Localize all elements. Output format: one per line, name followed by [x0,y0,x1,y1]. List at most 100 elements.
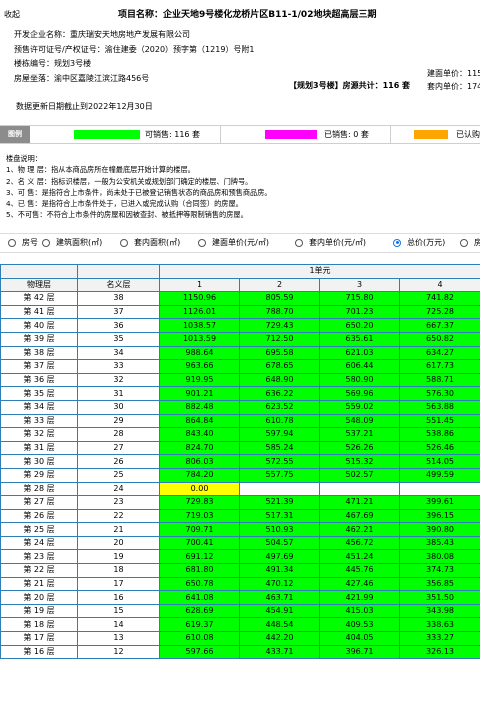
unit-price-cell[interactable]: 725.28 [398,304,480,320]
radio-total-price[interactable]: 总价(万元) [393,237,445,248]
unit-price-cell[interactable]: 351.50 [398,590,480,605]
unit-price-cell[interactable]: 421.99 [319,590,400,605]
unit-price-cell[interactable]: 333.27 [398,631,480,646]
unit-price-cell[interactable]: 415.03 [319,603,400,619]
unit-price-cell[interactable]: 385.43 [398,535,480,551]
unit-price-cell[interactable]: 700.41 [159,535,240,551]
unit-price-cell[interactable]: 741.82 [398,291,480,306]
collapse-button[interactable]: 收起 [4,9,20,20]
radio-button-checked-icon[interactable] [393,238,401,247]
unit-price-cell[interactable]: 610.08 [159,631,240,646]
unit-price-cell[interactable]: 551.45 [398,413,480,429]
unit-price-cell[interactable]: 606.44 [319,359,400,374]
radio-button-icon[interactable] [198,238,206,247]
radio-inner-unit-price[interactable]: 套内单价(元/㎡) [295,237,366,248]
unit-price-cell[interactable]: 467.69 [319,508,400,524]
unit-price-cell[interactable]: 1126.01 [159,304,240,320]
unit-price-cell[interactable]: 374.73 [398,563,480,578]
unit-price-cell[interactable]: 396.71 [319,644,400,660]
unit-price-cell[interactable]: 557.75 [239,467,320,483]
unit-price-cell[interactable]: 390.80 [398,522,480,537]
unit-price-cell[interactable]: 471.21 [319,495,400,510]
unit-price-cell[interactable]: 695.58 [239,345,320,361]
unit-price-cell[interactable]: 338.63 [398,617,480,633]
unit-price-cell[interactable]: 650.78 [159,576,240,592]
unit-price-cell[interactable]: 396.15 [398,508,480,524]
radio-button-icon[interactable] [295,238,303,247]
unit-price-cell[interactable]: 380.08 [398,549,480,565]
unit-price-cell[interactable]: 650.82 [398,331,480,347]
unit-price-cell[interactable]: 559.02 [319,399,400,415]
unit-price-cell[interactable]: 805.59 [239,291,320,306]
unit-price-cell[interactable]: 784.20 [159,467,240,483]
unit-price-cell[interactable]: 634.27 [398,345,480,361]
unit-price-cell[interactable]: 0.00 [159,481,240,497]
unit-price-cell[interactable]: 650.20 [319,318,400,333]
unit-price-cell[interactable]: 514.05 [398,454,480,469]
unit-price-cell[interactable]: 709.71 [159,522,240,537]
unit-price-cell[interactable]: 442.20 [239,631,320,646]
unit-price-cell[interactable]: 715.80 [319,291,400,306]
radio-button-icon[interactable] [460,238,468,247]
unit-price-cell[interactable]: 585.24 [239,440,320,456]
unit-price-cell[interactable]: 504.57 [239,535,320,551]
unit-price-cell[interactable]: 619.37 [159,617,240,633]
unit-price-cell[interactable]: 691.12 [159,549,240,565]
unit-price-cell[interactable]: 1013.59 [159,331,240,347]
unit-price-cell[interactable]: 806.03 [159,454,240,469]
unit-price-cell[interactable]: 1150.96 [159,291,240,306]
unit-price-cell[interactable]: 1038.57 [159,318,240,333]
unit-price-cell[interactable]: 788.70 [239,304,320,320]
unit-price-cell[interactable]: 497.69 [239,549,320,565]
unit-price-cell[interactable]: 641.08 [159,590,240,605]
unit-price-cell[interactable]: 517.31 [239,508,320,524]
unit-price-cell[interactable]: 636.22 [239,386,320,401]
unit-price-cell[interactable]: 399.61 [398,495,480,510]
unit-price-cell[interactable]: 326.13 [398,644,480,660]
unit-price-cell[interactable]: 427.46 [319,576,400,592]
unit-price-cell[interactable]: 343.98 [398,603,480,619]
radio-room-number[interactable]: 房号 [8,237,38,248]
radio-room[interactable]: 房 [460,237,480,248]
unit-price-cell[interactable]: 882.48 [159,399,240,415]
unit-price-cell[interactable]: 463.71 [239,590,320,605]
unit-price-cell[interactable]: 729.83 [159,495,240,510]
unit-price-cell[interactable]: 491.34 [239,563,320,578]
unit-price-cell[interactable]: 597.94 [239,427,320,442]
unit-price-cell[interactable]: 864.84 [159,413,240,429]
unit-price-cell[interactable]: 548.09 [319,413,400,429]
unit-price-cell[interactable]: 919.95 [159,372,240,388]
unit-price-cell[interactable]: 719.03 [159,508,240,524]
radio-button-icon[interactable] [8,238,16,247]
unit-price-cell[interactable]: 963.66 [159,359,240,374]
unit-price-cell[interactable]: 635.61 [319,331,400,347]
unit-price-cell[interactable]: 824.70 [159,440,240,456]
unit-price-cell[interactable]: 526.46 [398,440,480,456]
unit-price-cell[interactable]: 445.76 [319,563,400,578]
radio-building-unit-price[interactable]: 建面单价(元/㎡) [198,237,269,248]
unit-price-cell[interactable]: 572.55 [239,454,320,469]
unit-price-cell[interactable]: 843.40 [159,427,240,442]
unit-price-cell[interactable]: 356.85 [398,576,480,592]
unit-price-cell[interactable]: 667.37 [398,318,480,333]
radio-button-icon[interactable] [120,238,128,247]
unit-price-cell[interactable]: 454.91 [239,603,320,619]
unit-price-cell[interactable]: 470.12 [239,576,320,592]
unit-price-cell[interactable]: 701.23 [319,304,400,320]
unit-price-cell[interactable]: 569.96 [319,386,400,401]
unit-price-cell[interactable]: 712.50 [239,331,320,347]
unit-price-cell[interactable]: 537.21 [319,427,400,442]
unit-price-cell[interactable]: 404.05 [319,631,400,646]
unit-price-cell[interactable]: 538.86 [398,427,480,442]
unit-price-cell[interactable]: 621.03 [319,345,400,361]
unit-price-cell[interactable]: 456.72 [319,535,400,551]
radio-building-area[interactable]: 建筑面积(㎡) [42,237,102,248]
unit-price-cell[interactable]: 499.59 [398,467,480,483]
unit-price-cell[interactable]: 448.54 [239,617,320,633]
unit-price-cell[interactable]: 502.57 [319,467,400,483]
unit-price-cell[interactable]: 510.93 [239,522,320,537]
unit-price-cell[interactable]: 610.78 [239,413,320,429]
radio-inner-area[interactable]: 套内面积(㎡) [120,237,180,248]
unit-price-cell[interactable]: 617.73 [398,359,480,374]
unit-price-cell[interactable]: 681.80 [159,563,240,578]
